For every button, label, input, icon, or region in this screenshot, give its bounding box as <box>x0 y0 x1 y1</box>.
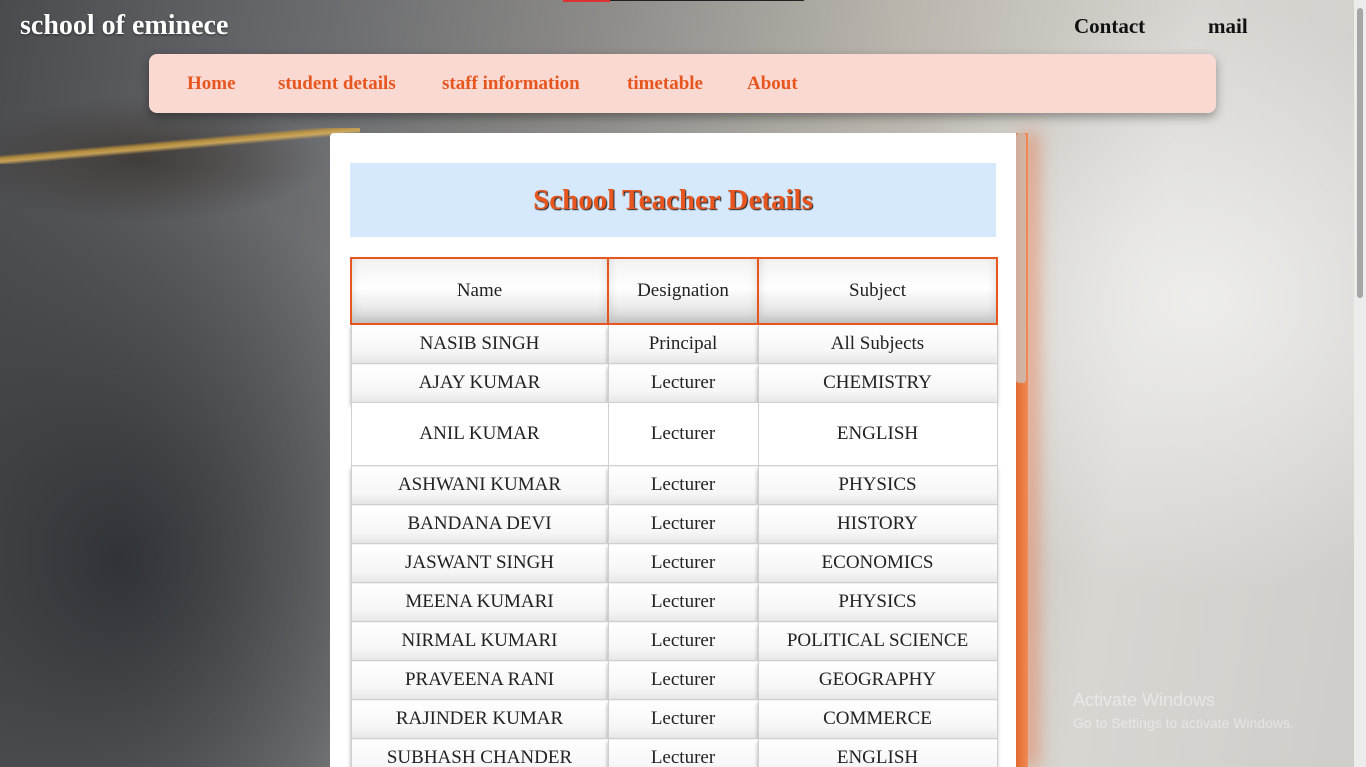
teacher-name-cell: NIRMAL KUMARI <box>350 621 609 661</box>
designation-cell: Lecturer <box>607 699 759 739</box>
watermark-subtitle: Go to Settings to activate Windows. <box>1073 715 1294 731</box>
table-row: RAJINDER KUMAR Lecturer COMMERCE <box>350 699 998 739</box>
subject-cell: All Subjects <box>757 323 998 364</box>
column-header-subject: Subject <box>757 257 998 325</box>
panel-scrollbar-thumb[interactable] <box>1016 133 1026 383</box>
designation-cell: Lecturer <box>607 660 759 700</box>
subject-cell: CHEMISTRY <box>757 363 998 403</box>
subject-cell: ENGLISH <box>757 738 998 767</box>
mail-link[interactable]: mail <box>1208 14 1248 39</box>
subject-cell: POLITICAL SCIENCE <box>757 621 998 661</box>
column-header-name: Name <box>350 257 609 325</box>
teacher-name-cell: RAJINDER KUMAR <box>350 699 609 739</box>
top-indicator-red <box>563 0 610 2</box>
table-header-row: Name Designation Subject <box>350 257 998 325</box>
column-header-designation: Designation <box>607 257 759 325</box>
teacher-details-panel: School Teacher Details Name Designation … <box>330 133 1016 767</box>
designation-cell: Lecturer <box>607 738 759 767</box>
teacher-name-cell: AJAY KUMAR <box>350 363 609 403</box>
windows-activation-watermark: Activate Windows Go to Settings to activ… <box>1073 690 1294 731</box>
teacher-name-cell: SUBHASH CHANDER <box>350 738 609 767</box>
contact-link[interactable]: Contact <box>1074 14 1145 39</box>
designation-cell: Lecturer <box>607 465 759 505</box>
teacher-name-cell: JASWANT SINGH <box>350 543 609 583</box>
subject-cell: PHYSICS <box>757 582 998 622</box>
background-tassel <box>0 128 360 164</box>
teacher-name-cell: ANIL KUMAR <box>350 402 609 466</box>
page-scrollbar-thumb[interactable] <box>1357 8 1363 298</box>
watermark-title: Activate Windows <box>1073 690 1216 710</box>
teacher-table-wrap: Name Designation Subject NASIB SINGH Prin… <box>350 257 998 767</box>
subject-cell: GEOGRAPHY <box>757 660 998 700</box>
nav-student-details[interactable]: student details <box>278 73 396 95</box>
teacher-name-cell: PRAVEENA RANI <box>350 660 609 700</box>
teacher-table: Name Designation Subject NASIB SINGH Prin… <box>350 257 998 767</box>
nav-staff-information[interactable]: staff information <box>442 73 580 95</box>
designation-cell: Lecturer <box>607 543 759 583</box>
nav-timetable[interactable]: timetable <box>627 73 703 95</box>
main-navbar: Home student details staff information t… <box>149 54 1216 113</box>
table-row: SUBHASH CHANDER Lecturer ENGLISH <box>350 738 998 767</box>
designation-cell: Lecturer <box>607 402 759 466</box>
table-row: AJAY KUMAR Lecturer CHEMISTRY <box>350 363 998 403</box>
table-row: ASHWANI KUMAR Lecturer PHYSICS <box>350 465 998 505</box>
designation-cell: Lecturer <box>607 504 759 544</box>
designation-cell: Lecturer <box>607 621 759 661</box>
table-row: JASWANT SINGH Lecturer ECONOMICS <box>350 543 998 583</box>
table-row: BANDANA DEVI Lecturer HISTORY <box>350 504 998 544</box>
table-row: NASIB SINGH Principal All Subjects <box>350 323 998 364</box>
table-row: ANIL KUMAR Lecturer ENGLISH <box>350 402 998 466</box>
top-indicator-black <box>610 0 804 1</box>
subject-cell: COMMERCE <box>757 699 998 739</box>
subject-cell: PHYSICS <box>757 465 998 505</box>
subject-cell: ECONOMICS <box>757 543 998 583</box>
table-row: PRAVEENA RANI Lecturer GEOGRAPHY <box>350 660 998 700</box>
designation-cell: Lecturer <box>607 363 759 403</box>
panel-header: School Teacher Details <box>350 163 996 237</box>
table-row: NIRMAL KUMARI Lecturer POLITICAL SCIENCE <box>350 621 998 661</box>
nav-about[interactable]: About <box>747 73 798 95</box>
site-brand: school of eminece <box>20 10 229 41</box>
designation-cell: Lecturer <box>607 582 759 622</box>
subject-cell: ENGLISH <box>757 402 998 466</box>
teacher-name-cell: BANDANA DEVI <box>350 504 609 544</box>
nav-home[interactable]: Home <box>187 73 236 95</box>
teacher-name-cell: NASIB SINGH <box>350 323 609 364</box>
designation-cell: Principal <box>607 323 759 364</box>
teacher-name-cell: MEENA KUMARI <box>350 582 609 622</box>
table-row: MEENA KUMARI Lecturer PHYSICS <box>350 582 998 622</box>
teacher-name-cell: ASHWANI KUMAR <box>350 465 609 505</box>
subject-cell: HISTORY <box>757 504 998 544</box>
page-title: School Teacher Details <box>533 183 813 216</box>
